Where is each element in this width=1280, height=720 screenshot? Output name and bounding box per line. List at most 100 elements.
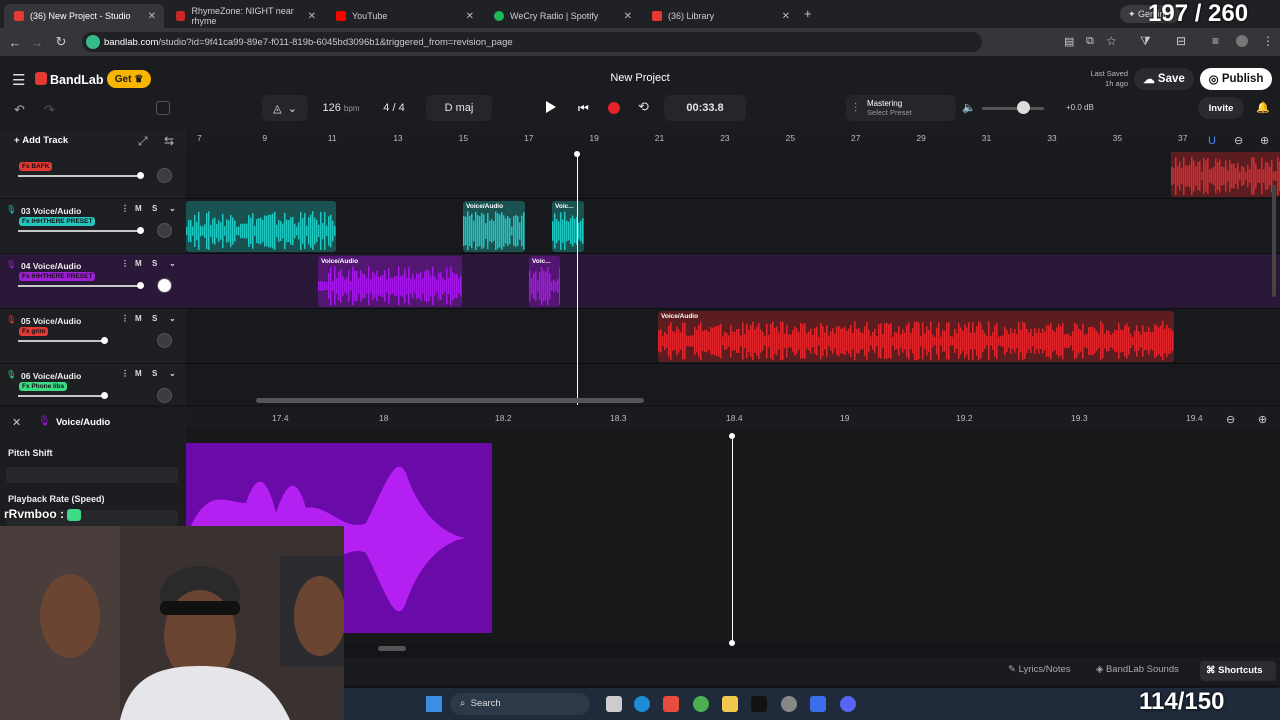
browser-tab-studio[interactable]: (36) New Project - Studio ✕ [4,4,164,28]
pan-knob[interactable] [157,388,172,403]
track-header[interactable]: 🎙 06 Voice/Audio ⋮ M S ⌄ Fx Phone libs [0,364,186,405]
app-icon[interactable] [781,696,797,712]
track-lane[interactable] [186,152,1280,199]
track-name[interactable]: 06 Voice/Audio [21,371,81,381]
editor-playhead[interactable] [732,435,733,643]
key-selector[interactable]: D maj [426,95,492,121]
solo-button[interactable]: S [152,314,157,323]
fx-badge[interactable]: Fx IHHTHERE PRESET [19,217,96,226]
track-name[interactable]: 05 Voice/Audio [21,316,81,326]
windows-start-icon[interactable] [426,696,442,712]
close-icon[interactable]: ✕ [148,11,156,22]
track-name[interactable]: 03 Voice/Audio [21,206,81,216]
audio-clip[interactable]: Voic... [552,201,584,252]
track-options-icon[interactable]: ⋮ [121,369,129,378]
solo-button[interactable]: S [152,369,157,378]
invite-button[interactable]: Invite [1198,97,1244,119]
volume-slider[interactable] [18,395,104,397]
pan-knob[interactable] [157,223,172,238]
track-options-icon[interactable]: ⋮ [121,204,129,213]
mastering-button[interactable]: ⫶ Mastering Select Preset [846,95,956,121]
fx-badge[interactable]: Fx Phone libs [19,382,68,391]
tiktok-icon[interactable] [751,696,767,712]
reader-icon[interactable]: ▤ [1064,35,1074,48]
site-info-icon[interactable] [86,35,100,49]
extensions-icon[interactable]: ⧩ [1140,34,1151,49]
snap-magnet-icon[interactable]: U [1208,135,1216,147]
forward-icon[interactable]: → [26,35,48,50]
volume-slider-thumb[interactable] [137,282,144,289]
add-track-button[interactable]: + Add Track [14,135,68,146]
install-icon[interactable]: ⧉ [1086,35,1094,48]
shortcuts-button[interactable]: ⌘ Shortcuts [1200,661,1276,681]
publish-button[interactable]: ◎ Publish [1200,68,1272,90]
tempo-field[interactable]: 126 bpm [312,95,370,121]
track-name[interactable]: 04 Voice/Audio [21,261,81,271]
close-icon[interactable]: ✕ [782,11,790,22]
solo-button[interactable]: S [152,204,157,213]
audio-clip[interactable]: Voice/Audio [318,256,462,307]
zoom-out-icon[interactable]: ⊖ [1234,134,1243,147]
audio-clip[interactable]: Voice/Audio [658,311,1174,362]
store-icon[interactable] [663,696,679,712]
chrome-icon[interactable] [693,696,709,712]
audio-clip[interactable]: Voic... [529,256,560,307]
chevron-down-icon[interactable]: ⌄ [169,259,176,268]
speaker-icon[interactable]: 🔈 [962,101,976,114]
waveform-editor[interactable] [186,429,1280,646]
mute-button[interactable]: M [135,314,142,323]
editor-ruler[interactable]: 17.4 18 18.2 18.3 18.4 19 19.2 19.3 19.4 [186,407,1280,429]
taskbar-search[interactable]: ⌕ Search [450,693,590,715]
volume-slider[interactable] [18,285,140,287]
fx-badge[interactable]: Fx grim [19,327,49,336]
playhead-handle[interactable] [574,151,580,157]
notification-bell-icon[interactable]: 🔔 [1256,101,1270,114]
playhead[interactable] [577,152,578,405]
browser-tab-spotify[interactable]: WeCry Radio | Spotify ✕ [484,4,640,28]
bookmark-star-icon[interactable]: ☆ [1106,34,1117,48]
mute-button[interactable]: M [135,369,142,378]
track-header[interactable]: 🎙 05 Voice/Audio ⋮ M S ⌄ Fx grim [0,309,186,364]
editor-zoom-in-icon[interactable]: ⊕ [1258,413,1267,426]
mute-button[interactable]: M [135,204,142,213]
audio-clip[interactable]: Voice/Audio [463,201,525,252]
track-lane[interactable] [186,199,1280,254]
audio-clip[interactable] [1171,152,1280,197]
track-header[interactable]: 🎙 04 Voice/Audio ⋮ M S ⌄ Fx IHHTHERE PRESET [0,254,186,309]
track-settings-icon[interactable]: ⇆ [164,134,174,148]
close-icon[interactable]: ✕ [466,11,474,22]
master-volume-slider[interactable] [982,107,1044,110]
editor-zoom-out-icon[interactable]: ⊖ [1226,413,1235,426]
time-signature-field[interactable]: 4 / 4 [374,95,414,121]
save-button[interactable]: ☁ Save [1134,68,1194,90]
master-volume-thumb[interactable] [1017,101,1030,114]
get-membership-button[interactable]: Get ♛ [107,70,151,88]
redo-icon[interactable]: ↷ [44,102,55,118]
skip-to-start-icon[interactable]: ⏮ [578,101,589,116]
automation-icon[interactable]: ⤢ [138,134,148,149]
editor-playhead-handle[interactable] [729,433,735,439]
solo-button[interactable]: S [152,259,157,268]
menu-kebab-icon[interactable]: ⋮ [1262,34,1274,48]
chevron-down-icon[interactable]: ⌄ [169,314,176,323]
editor-scrollbar[interactable] [378,646,406,651]
fx-badge[interactable]: Fx BAFK [19,162,53,171]
hamburger-menu-icon[interactable]: ☰ [12,71,25,89]
pitch-shift-stepper[interactable] [6,467,178,483]
view-toggle-icon[interactable] [156,101,170,115]
track-header[interactable]: Fx BAFK [0,152,186,199]
record-icon[interactable] [608,102,620,114]
vertical-scrollbar[interactable] [1272,185,1276,297]
timeline-ruler[interactable]: 7 9 11 13 15 17 19 21 23 25 27 29 31 33 35 37 [186,130,1280,152]
media-icon[interactable]: ≡ [1212,34,1219,48]
fx-badge[interactable]: Fx IHHTHERE PRESET [19,272,96,281]
discord-icon[interactable] [840,696,856,712]
chevron-down-icon[interactable]: ⌄ [169,204,176,213]
pan-knob[interactable] [157,168,172,183]
undo-icon[interactable]: ↶ [14,102,25,118]
volume-slider-thumb[interactable] [101,337,108,344]
back-icon[interactable]: ← [4,35,26,50]
outlook-icon[interactable] [810,696,826,712]
volume-slider[interactable] [18,175,140,177]
new-tab-button[interactable]: + [804,6,812,21]
